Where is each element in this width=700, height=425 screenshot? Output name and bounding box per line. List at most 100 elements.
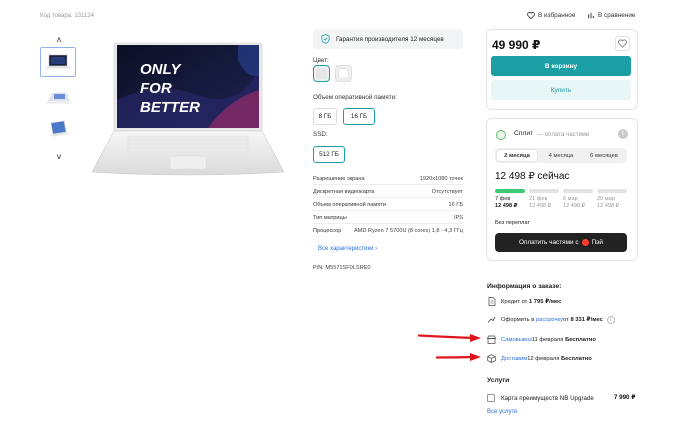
credit-icon xyxy=(487,297,496,306)
part-number: P/N: M5571SF0LSRE0 xyxy=(313,265,371,271)
split-title: Сплит xyxy=(514,130,534,137)
compare-label: В сравнение xyxy=(598,12,636,19)
pay-logo-icon xyxy=(581,239,589,246)
spec-name: Дискретная видеокарта xyxy=(313,189,375,195)
spec-row: Объем оперативной памяти 16 ГБ xyxy=(313,202,463,208)
heart-icon xyxy=(527,12,535,19)
spec-name: Процессор xyxy=(313,228,342,234)
schedule-date: 20 мар xyxy=(597,196,615,202)
split-pay-button[interactable]: Оплатить частями с Пэй xyxy=(495,233,627,252)
tab-4-months[interactable]: 4 месяца xyxy=(541,150,581,161)
spec-name: Тип матрицы xyxy=(313,215,347,221)
schedule-bar-2 xyxy=(529,189,559,193)
laptop-angle-thumbnail-icon xyxy=(49,120,69,137)
spec-row: Процессор AMD Ryzen 7 5700U (8 cores) 1,8… xyxy=(313,228,463,234)
tab-2-months[interactable]: 2 месяца xyxy=(497,150,537,161)
compare-icon xyxy=(588,12,594,19)
installment-mid: от xyxy=(563,316,569,323)
services-title: Услуги xyxy=(487,377,510,384)
spec-value: IPS xyxy=(453,215,463,221)
spec-row: Разрешение экрана 1920x1080 точек xyxy=(313,176,463,182)
all-services-link[interactable]: Все услуги xyxy=(487,409,517,415)
delivery-link[interactable]: Доставим xyxy=(501,356,527,362)
info-dot-icon[interactable]: i xyxy=(606,315,615,324)
price: 49 990 ₽ xyxy=(492,38,541,52)
pickup-free: Бесплатно xyxy=(565,336,596,343)
thumbs-up-chevron-icon[interactable]: ˄ xyxy=(54,35,64,45)
add-to-favorites-button[interactable] xyxy=(615,36,630,51)
thumbs-down-chevron-icon[interactable]: ˅ xyxy=(54,152,64,162)
installment-link[interactable]: рассрочку xyxy=(536,317,563,323)
schedule-amount: 12 498 ₽ xyxy=(529,203,552,209)
thumbnail-2[interactable] xyxy=(40,82,76,112)
product-code: Код товара: 131124 xyxy=(40,13,94,19)
shield-check-icon xyxy=(321,34,330,44)
service-row[interactable]: Карта преимуществ NB Upgrade xyxy=(487,394,594,402)
heart-icon xyxy=(618,39,627,48)
pickup-row: Самовывоз 11 февраля Бесплатно xyxy=(487,335,596,344)
service-checkbox[interactable] xyxy=(487,394,495,402)
ssd-option-512gb[interactable]: 512 ГБ xyxy=(313,146,345,163)
schedule-date: 6 мар xyxy=(563,196,578,202)
spec-value: AMD Ryzen 7 5700U (8 cores) 1,8 - 4,3 ГГ… xyxy=(353,228,463,234)
color-swatch-white[interactable] xyxy=(335,65,352,82)
favorites-link[interactable]: В избранное xyxy=(527,12,575,19)
no-overpay-note: Без переплат xyxy=(495,220,530,226)
schedule-amount: 12 498 ₽ xyxy=(495,203,518,209)
spec-name: Разрешение экрана xyxy=(313,176,365,182)
ram-option-16gb[interactable]: 16 ГБ xyxy=(343,108,375,125)
favorites-label: В избранное xyxy=(538,12,576,19)
service-price: 7 990 ₽ xyxy=(614,394,636,401)
schedule-bar-3 xyxy=(563,189,593,193)
split-subtitle: — оплата частями xyxy=(537,131,590,138)
thumbnail-3[interactable] xyxy=(40,114,76,144)
compare-link[interactable]: В сравнение xyxy=(587,12,635,19)
all-specs-link[interactable]: Все характеристики › xyxy=(318,246,377,252)
laptop-thumbnail-icon xyxy=(45,54,71,69)
thumbnail-1[interactable] xyxy=(40,47,76,77)
split-pay-label: Оплатить частями с xyxy=(519,239,579,246)
schedule-date: 7 фев xyxy=(495,196,511,202)
schedule-date: 21 фев xyxy=(529,196,548,202)
warranty-badge: Гарантия производителя 12 месяцев xyxy=(313,29,463,49)
box-icon xyxy=(487,354,496,363)
buy-now-button[interactable]: Купить xyxy=(491,80,631,100)
ram-option-8gb[interactable]: 8 ГБ xyxy=(313,108,337,125)
info-icon[interactable]: i xyxy=(618,129,628,139)
spec-divider xyxy=(313,197,463,198)
spec-divider xyxy=(313,184,463,185)
ssd-label: SSD: xyxy=(313,131,328,138)
service-name: Карта преимуществ NB Upgrade xyxy=(501,394,594,402)
spec-value: Отсутствует xyxy=(431,189,463,195)
color-swatch-silver[interactable] xyxy=(313,65,330,82)
order-info-title: Информация о заказе: xyxy=(487,283,562,290)
credit-value: 1 795 ₽/мес xyxy=(528,298,562,305)
spec-divider xyxy=(313,210,463,211)
installment-row: Оформить в рассрочку от 8 331 ₽/мес i xyxy=(487,315,615,324)
slogan-line-3: BETTER xyxy=(140,99,200,116)
split-logo-icon xyxy=(496,130,506,140)
slogan-line-1: ONLY xyxy=(140,61,183,78)
credit-row: Кредит от 1 795 ₽/мес xyxy=(487,297,561,306)
delivery-free: Бесплатно xyxy=(560,355,592,362)
warranty-text: Гарантия производителя 12 месяцев xyxy=(336,35,444,43)
red-arrow-delivery xyxy=(436,353,481,361)
schedule-bar-4 xyxy=(597,189,627,193)
spec-row: Дискретная видеокарта Отсутствует xyxy=(313,189,463,195)
pickup-link[interactable]: Самовывоз xyxy=(501,337,532,343)
tab-6-months[interactable]: 6 месяцев xyxy=(584,150,624,161)
laptop-side-thumbnail-icon xyxy=(46,92,70,104)
add-to-cart-button[interactable]: В корзину xyxy=(491,56,631,76)
ram-label: Объем оперативной памяти: xyxy=(313,94,397,101)
spec-divider xyxy=(313,223,463,224)
schedule-bar-1 xyxy=(495,189,525,193)
delivery-row: Доставим 12 февраля Бесплатно xyxy=(487,354,592,363)
slogan-line-2: FOR xyxy=(140,80,172,97)
pay-now-amount: 12 498 ₽ сейчас xyxy=(495,171,570,182)
delivery-date: 12 февраля xyxy=(527,355,560,362)
split-pay-logo-text: Пэй xyxy=(591,239,603,246)
store-icon xyxy=(487,335,496,344)
red-arrow-pickup xyxy=(418,334,481,342)
spec-name: Объем оперативной памяти xyxy=(313,202,386,208)
installment-prefix: Оформить в xyxy=(501,316,535,323)
